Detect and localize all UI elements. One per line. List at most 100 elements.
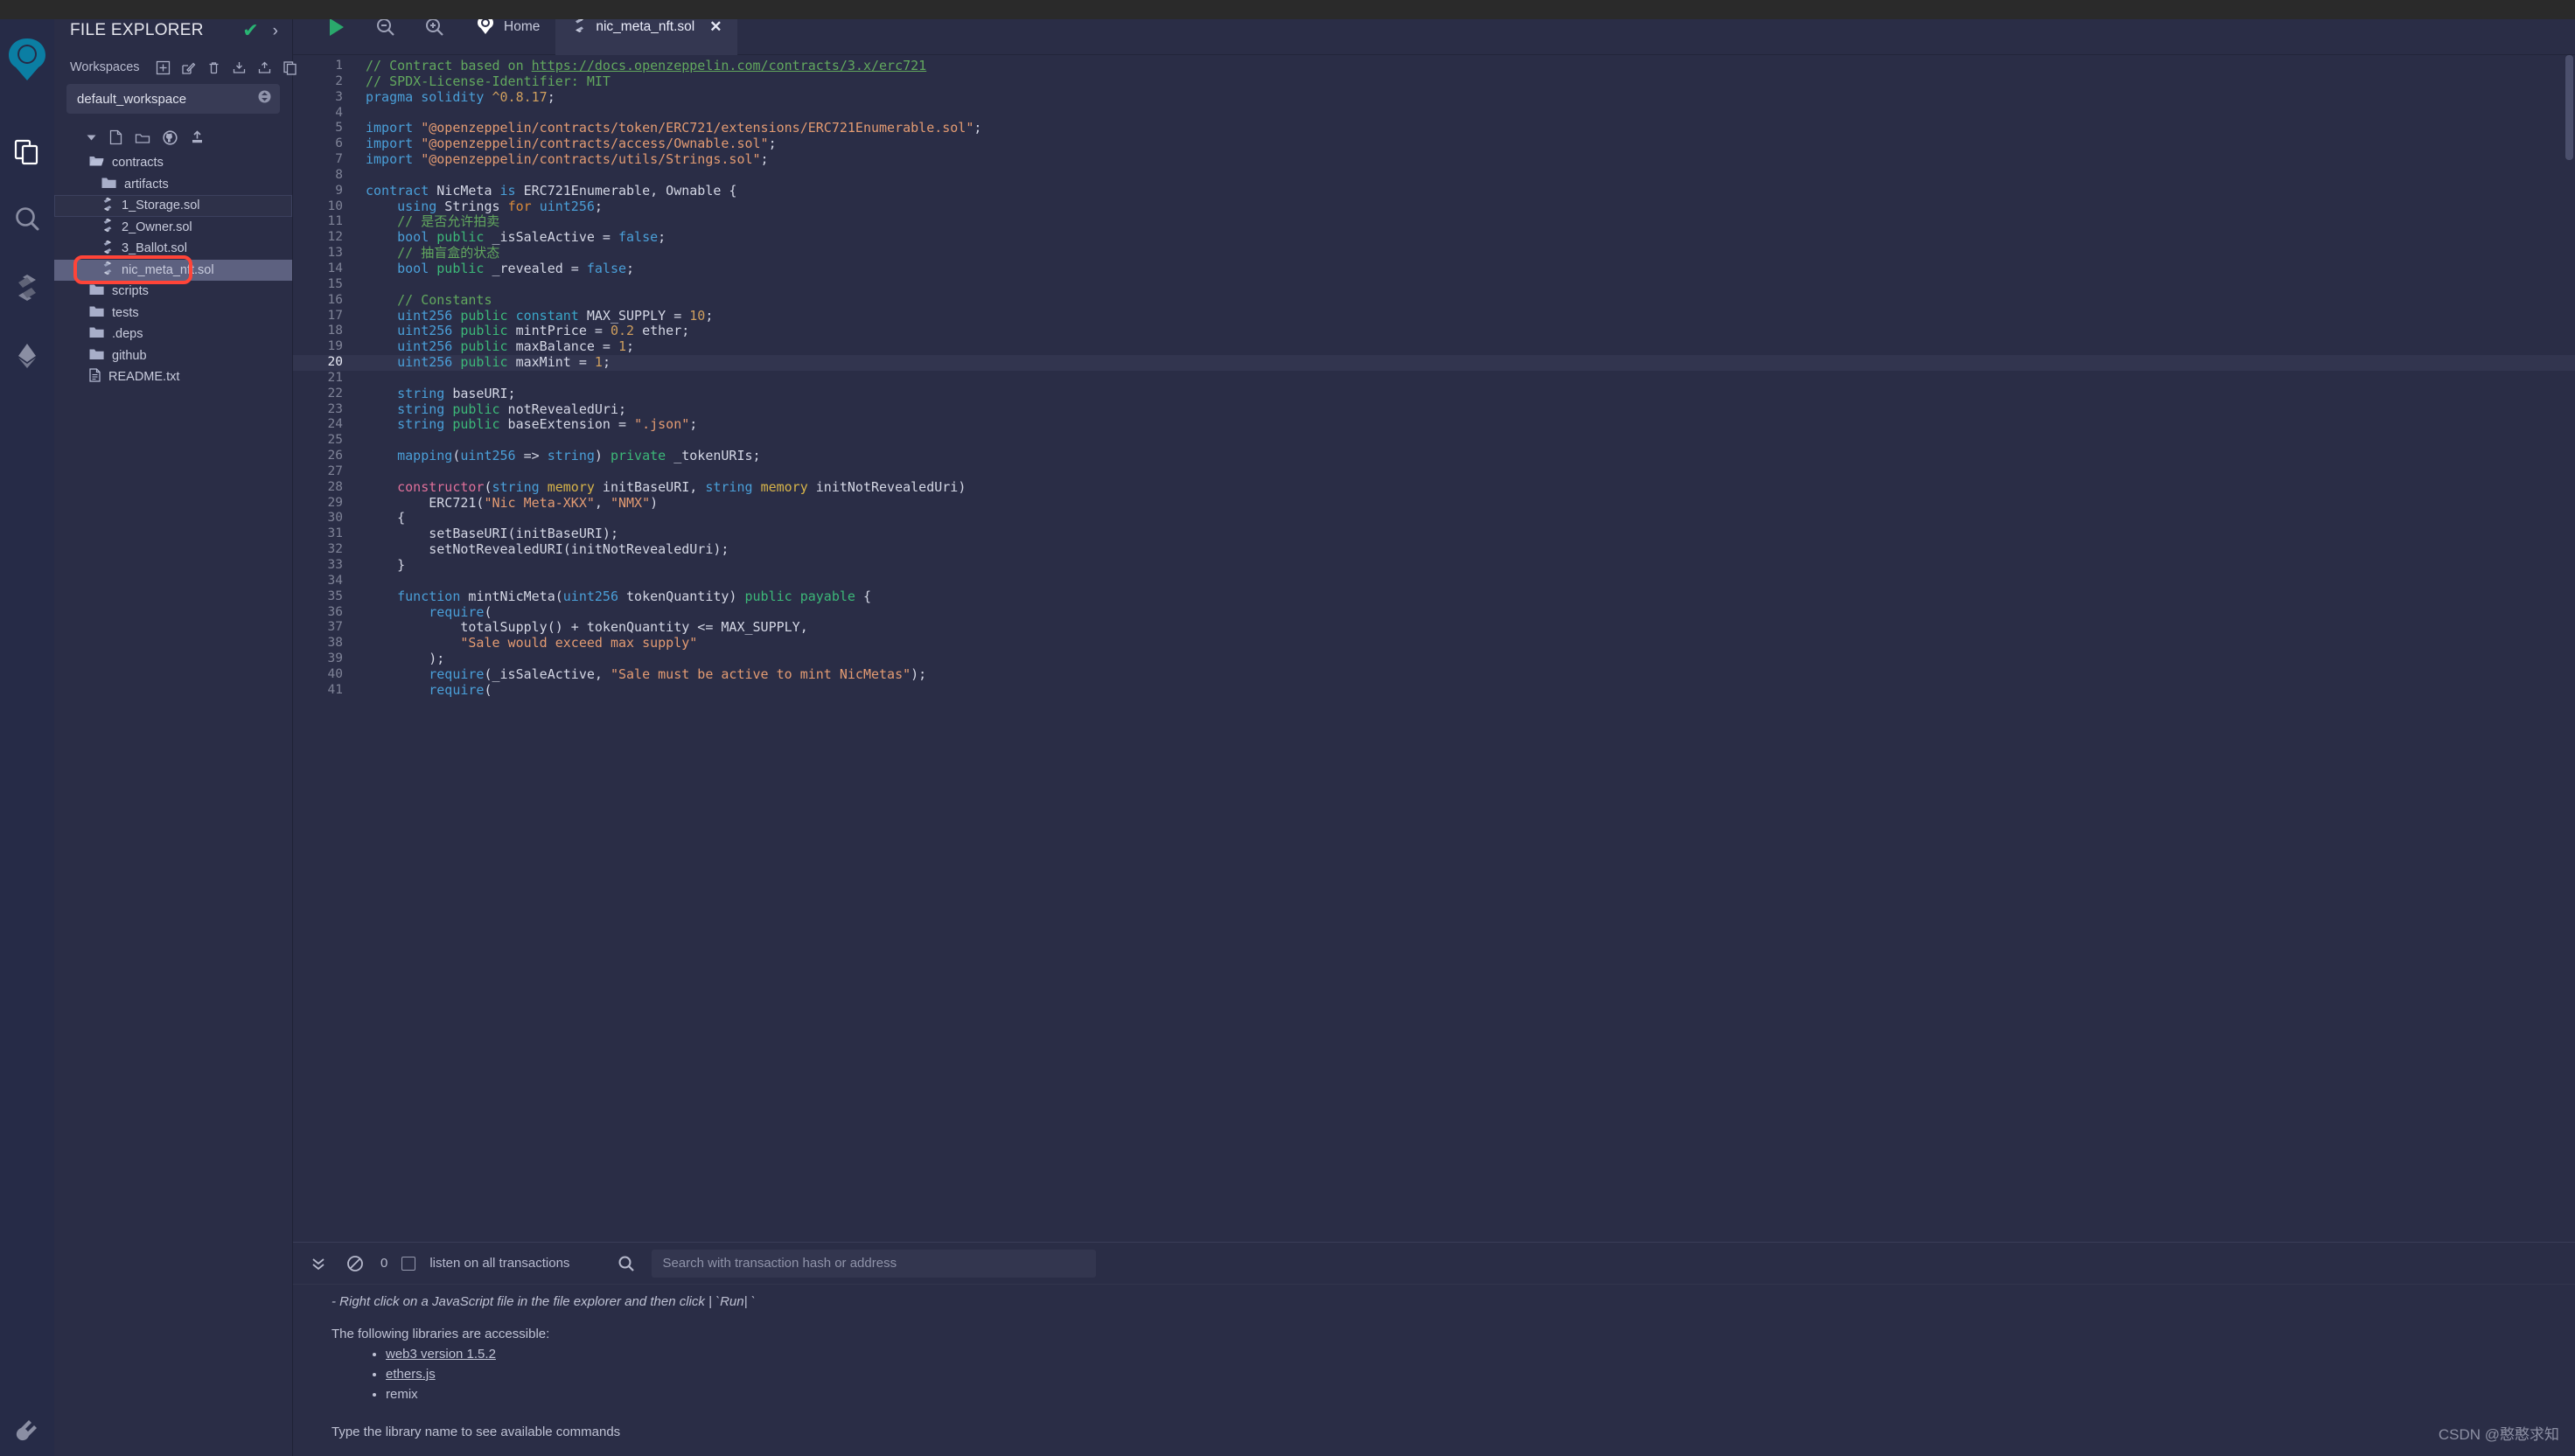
code-editor[interactable]: 1 // Contract based on https://docs.openz… — [293, 55, 2575, 1242]
tree-item-2-owner-sol[interactable]: 2_Owner.sol — [54, 217, 292, 239]
main-area: Home nic_meta_nft.sol ✕ 1 // Contract bas… — [293, 0, 2575, 1456]
code-line: 14 bool public _revealed = false; — [293, 261, 2575, 277]
sidebar-item-file-explorer[interactable] — [3, 117, 52, 185]
code-line: 32 setNotRevealedURI(initNotRevealedUri)… — [293, 541, 2575, 558]
publish-to-gist-icon[interactable] — [190, 129, 205, 145]
code-text: require(_isSaleActive, "Sale must be act… — [429, 665, 927, 682]
chevrons-down-icon[interactable] — [307, 1252, 330, 1275]
github-icon[interactable] — [163, 129, 178, 145]
folder-icon — [89, 283, 104, 299]
code-line: 26 mapping(uint256 => string) private _t… — [293, 448, 2575, 464]
line-number: 39 — [327, 651, 343, 666]
code-text: bool public _isSaleActive = false; — [397, 229, 666, 246]
code-text: constructor(string memory initBaseURI, s… — [397, 478, 966, 495]
tree-item-nic-meta-nft-sol[interactable]: nic_meta_nft.sol — [54, 259, 292, 281]
delete-workspace-icon[interactable] — [206, 59, 221, 75]
listen-all-transactions-checkbox[interactable] — [401, 1256, 416, 1271]
tree-item-3-ballot-sol[interactable]: 3_Ballot.sol — [54, 238, 292, 260]
tree-item--deps[interactable]: .deps — [54, 324, 292, 345]
line-number: 5 — [335, 121, 343, 136]
code-line: 21 — [293, 371, 2575, 387]
terminal-spacer — [293, 1312, 2575, 1324]
line-number: 21 — [327, 370, 343, 385]
listen-all-transactions-label: listen on all transactions — [429, 1256, 570, 1271]
code-line: 5 import "@openzeppelin/contracts/token/E… — [293, 120, 2575, 136]
no-entry-icon[interactable] — [344, 1252, 366, 1275]
tree-item-1-storage-sol[interactable]: 1_Storage.sol — [54, 195, 292, 217]
code-line: 28 constructor(string memory initBaseURI… — [293, 478, 2575, 496]
create-workspace-icon[interactable] — [156, 59, 171, 75]
download-workspaces-icon[interactable] — [232, 59, 247, 75]
sidebar-item-deploy-run[interactable] — [3, 322, 52, 390]
tree-item-readme-txt[interactable]: README.txt — [54, 366, 292, 388]
code-text: pragma solidity ^0.8.17; — [366, 88, 555, 105]
code-text: uint256 public constant MAX_SUPPLY = 10; — [397, 307, 714, 324]
folder-icon — [89, 326, 104, 342]
code-text: import "@openzeppelin/contracts/access/O… — [366, 136, 777, 152]
code-text: // 抽盲盒的状态 — [366, 245, 500, 261]
close-icon[interactable]: ✕ — [709, 18, 722, 36]
sidebar-item-plugin-manager[interactable] — [0, 1416, 54, 1444]
tree-item-scripts[interactable]: scripts — [54, 281, 292, 303]
terminal-panel: 0 listen on all transactions - Right cli… — [293, 1242, 2575, 1456]
search-icon[interactable] — [615, 1252, 638, 1275]
solidity-file-icon — [101, 240, 114, 258]
terminal-library-item[interactable]: ethers.js — [386, 1364, 2575, 1384]
editor-vertical-scrollbar[interactable] — [2563, 55, 2575, 1242]
code-line: 2 // SPDX-License-Identifier: MIT — [293, 73, 2575, 90]
workspace-select[interactable]: default_workspace — [66, 84, 280, 114]
terminal-library-item[interactable]: web3 version 1.5.2 — [386, 1344, 2575, 1364]
folder-icon — [101, 177, 116, 192]
line-number: 24 — [327, 417, 343, 432]
tree-item-tests[interactable]: tests — [54, 303, 292, 324]
line-number: 12 — [327, 230, 343, 245]
code-text: require( — [429, 603, 492, 620]
transaction-search-input[interactable] — [652, 1249, 1097, 1278]
scrollbar-thumb[interactable] — [2565, 55, 2573, 160]
code-text: // SPDX-License-Identifier: MIT — [366, 73, 611, 89]
tree-item-label: nic_meta_nft.sol — [122, 262, 214, 277]
line-number: 9 — [335, 183, 343, 198]
workspace-selected-value: default_workspace — [77, 91, 187, 107]
terminal-libraries-title: The following libraries are accessible: — [331, 1327, 550, 1341]
check-icon[interactable]: ✔ — [242, 21, 258, 40]
activity-rail — [0, 0, 54, 1456]
line-number: 17 — [327, 308, 343, 323]
code-line: 22 string baseURI; — [293, 386, 2575, 402]
code-line: 33 } — [293, 557, 2575, 574]
file-tree: contracts artifacts 1_Storage.sol 2_Owner.s… — [54, 152, 292, 388]
code-line: 31 setBaseURI(initBaseURI); — [293, 526, 2575, 542]
tree-item-github[interactable]: github — [54, 345, 292, 367]
line-number: 27 — [327, 463, 343, 478]
chevron-right-icon[interactable]: › — [273, 23, 278, 39]
code-line: 41 require( — [293, 682, 2575, 699]
new-file-icon[interactable] — [109, 129, 122, 145]
tab-label: nic_meta_nft.sol — [596, 19, 695, 34]
code-lines: 1 // Contract based on https://docs.openz… — [293, 55, 2575, 699]
remix-logo-icon[interactable] — [3, 28, 52, 94]
code-text: ERC721("Nic Meta-XKX", "NMX") — [366, 494, 659, 511]
sidebar-item-search[interactable] — [3, 185, 52, 254]
restore-workspaces-icon[interactable] — [257, 59, 272, 75]
rename-workspace-icon[interactable] — [181, 59, 196, 75]
code-text: // Constants — [366, 291, 492, 308]
code-line: 1 // Contract based on https://docs.openz… — [293, 58, 2575, 74]
panel-title: FILE EXPLORER — [70, 21, 204, 39]
code-line: 4 — [293, 106, 2575, 122]
tree-item-label: README.txt — [108, 370, 180, 385]
code-line: 16 // Constants — [293, 291, 2575, 309]
clone-workspace-icon[interactable] — [283, 59, 297, 75]
collapse-toggle-icon[interactable] — [86, 132, 97, 143]
line-number: 15 — [327, 276, 343, 291]
sidebar-item-solidity-compiler[interactable] — [3, 254, 52, 322]
code-line: 35 function mintNicMeta(uint256 tokenQua… — [293, 589, 2575, 605]
workspace-select-arrows — [258, 88, 271, 109]
tree-item-label: artifacts — [124, 177, 169, 192]
line-number: 26 — [327, 449, 343, 463]
line-number: 3 — [335, 89, 343, 104]
code-text: setBaseURI(initBaseURI); — [366, 526, 618, 542]
tree-item-label: .deps — [112, 327, 143, 342]
tree-item-contracts[interactable]: contracts — [54, 152, 292, 174]
new-folder-icon[interactable] — [135, 131, 150, 144]
tree-item-artifacts[interactable]: artifacts — [54, 174, 292, 196]
